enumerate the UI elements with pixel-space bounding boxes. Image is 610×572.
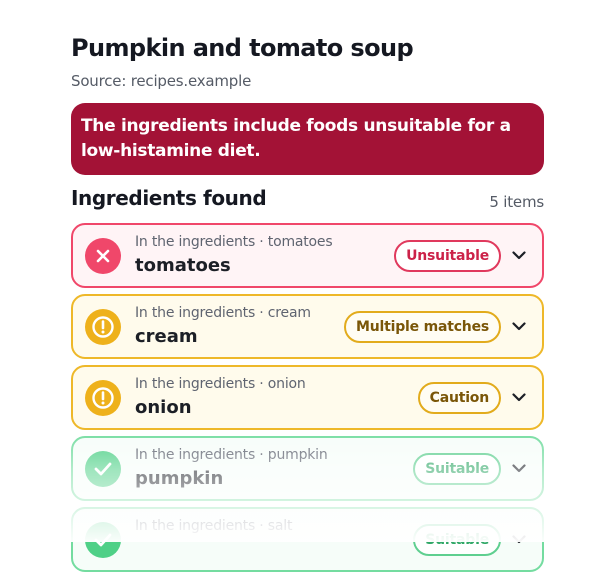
status-badge: Unsuitable <box>394 239 501 272</box>
page-title: Pumpkin and tomato soup <box>71 34 414 62</box>
ingredient-card-tomatoes[interactable]: In the ingredients · tomatoes tomatoes U… <box>71 223 544 288</box>
chevron-down-icon[interactable] <box>510 318 528 336</box>
status-badge: Suitable <box>413 523 501 556</box>
ingredient-context: In the ingredients · cream <box>135 305 311 321</box>
exclamation-icon <box>85 308 121 345</box>
ingredient-context: In the ingredients · onion <box>135 376 306 392</box>
ingredient-context: In the ingredients · pumpkin <box>135 447 328 463</box>
chevron-down-icon[interactable] <box>510 531 528 549</box>
ingredient-name: cream <box>135 326 198 347</box>
ingredient-card-salt[interactable]: In the ingredients · salt Suitable <box>71 507 544 572</box>
status-badge: Suitable <box>413 452 501 485</box>
ingredient-card-onion[interactable]: In the ingredients · onion onion Caution <box>71 365 544 430</box>
ingredients-heading: Ingredients found <box>71 186 267 210</box>
warning-banner: The ingredients include foods unsuitable… <box>71 103 544 175</box>
check-icon <box>85 450 121 487</box>
ingredient-context: In the ingredients · salt <box>135 518 293 534</box>
ingredient-name: pumpkin <box>135 468 224 489</box>
chevron-down-icon[interactable] <box>510 247 528 265</box>
chevron-down-icon[interactable] <box>510 460 528 478</box>
ingredient-name: onion <box>135 397 192 418</box>
check-icon <box>85 521 121 558</box>
status-badge: Caution <box>417 381 501 414</box>
status-badge: Multiple matches <box>344 310 501 343</box>
ingredient-name: tomatoes <box>135 255 231 276</box>
x-icon <box>85 237 121 274</box>
chevron-down-icon[interactable] <box>510 389 528 407</box>
ingredient-card-pumpkin[interactable]: In the ingredients · pumpkin pumpkin Sui… <box>71 436 544 501</box>
ingredients-count: 5 items <box>489 193 544 211</box>
exclamation-icon <box>85 379 121 416</box>
ingredient-context: In the ingredients · tomatoes <box>135 234 333 250</box>
recipe-source: Source: recipes.example <box>71 72 252 90</box>
ingredient-card-cream[interactable]: In the ingredients · cream cream Multipl… <box>71 294 544 359</box>
